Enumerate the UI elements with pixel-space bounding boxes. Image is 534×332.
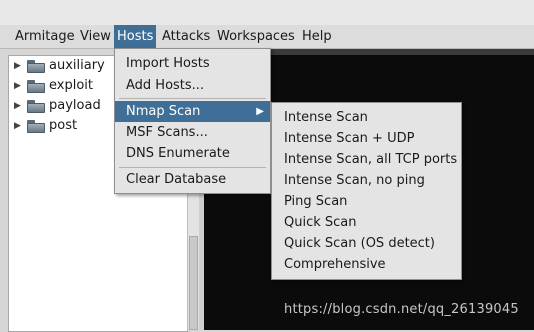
folder-icon [27,100,45,113]
nmap-scan-label: Nmap Scan [126,104,201,119]
watermark-text: https://blog.csdn.net/qq_26139045 [284,302,519,317]
tree-item-label: exploit [49,78,93,93]
expand-arrow-icon[interactable]: ▶ [14,76,21,96]
window-titlebar [0,0,534,26]
menu-workspaces[interactable]: Workspaces [214,25,298,48]
intense-scan-item[interactable]: Intense Scan [272,107,461,128]
folder-icon [27,60,45,73]
clear-database-item[interactable]: Clear Database [115,169,270,190]
tree-item-label: payload [49,98,101,113]
menu-view[interactable]: View [77,25,114,48]
expand-arrow-icon[interactable]: ▶ [14,56,21,76]
comprehensive-scan-item[interactable]: Comprehensive [272,254,461,275]
expand-arrow-icon[interactable]: ▶ [14,96,21,116]
msf-scans-item[interactable]: MSF Scans... [115,122,270,143]
intense-scan-udp-item[interactable]: Intense Scan + UDP [272,128,461,149]
folder-icon [27,120,45,133]
menu-separator [119,98,266,99]
ping-scan-item[interactable]: Ping Scan [272,191,461,212]
menu-help[interactable]: Help [299,25,335,48]
menu-separator [119,167,266,168]
expand-arrow-icon[interactable]: ▶ [14,116,21,136]
quick-scan-item[interactable]: Quick Scan [272,212,461,233]
import-hosts-item[interactable]: Import Hosts [115,53,270,74]
menu-bar: Armitage View Hosts Attacks Workspaces H… [0,25,534,49]
menu-armitage[interactable]: Armitage [12,25,78,48]
add-hosts-item[interactable]: Add Hosts... [115,75,270,96]
scrollbar-thumb[interactable] [189,236,198,330]
hosts-menu-dropdown: Import Hosts Add Hosts... Nmap Scan ▶ MS… [114,48,271,194]
menu-attacks[interactable]: Attacks [159,25,213,48]
tree-item-label: post [49,118,78,133]
submenu-arrow-icon: ▶ [256,106,264,117]
nmap-scan-submenu: Intense Scan Intense Scan + UDP Intense … [271,102,462,280]
quick-scan-os-detect-item[interactable]: Quick Scan (OS detect) [272,233,461,254]
intense-scan-no-ping-item[interactable]: Intense Scan, no ping [272,170,461,191]
folder-icon [27,80,45,93]
dns-enumerate-item[interactable]: DNS Enumerate [115,143,270,164]
nmap-scan-item[interactable]: Nmap Scan ▶ [115,101,270,122]
tree-item-label: auxiliary [49,58,105,73]
menu-hosts[interactable]: Hosts [114,25,157,48]
intense-scan-all-tcp-item[interactable]: Intense Scan, all TCP ports [272,149,461,170]
